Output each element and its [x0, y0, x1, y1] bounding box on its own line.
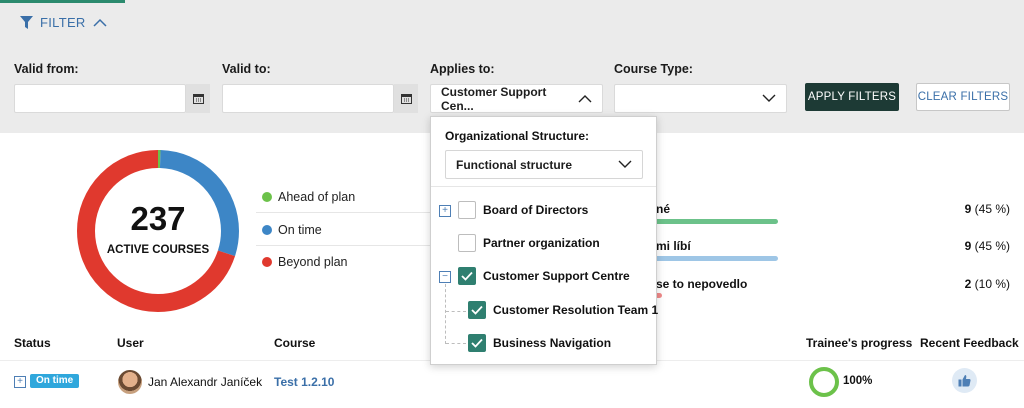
applies-to-value: Customer Support Cen... — [441, 84, 547, 113]
legend-on-time[interactable]: On time — [262, 223, 322, 237]
valid-from-input[interactable] — [14, 84, 186, 113]
applies-to-select[interactable]: Customer Support Cen... — [430, 84, 603, 113]
valid-from-label: Valid from: — [14, 62, 79, 76]
tree-item-partner-organization[interactable]: Partner organization — [458, 234, 600, 252]
feedback-label: se to nepovedlo — [656, 277, 748, 291]
valid-to-label: Valid to: — [222, 62, 271, 76]
chevron-up-icon — [578, 92, 592, 106]
checkmark-icon — [471, 338, 483, 348]
checkbox-checked[interactable] — [468, 334, 486, 352]
clear-filters-button[interactable]: CLEAR FILTERS — [916, 83, 1010, 111]
legend-label: Ahead of plan — [278, 190, 356, 204]
expand-board-icon[interactable]: + — [439, 205, 451, 217]
filter-toggle-label: FILTER — [40, 15, 86, 30]
checkbox[interactable] — [458, 201, 476, 219]
legend-ahead-of-plan[interactable]: Ahead of plan — [262, 190, 355, 204]
column-header-feedback[interactable]: Recent Feedback — [920, 336, 1019, 350]
active-tab-indicator — [0, 0, 125, 3]
divider — [431, 186, 656, 187]
tree-item-business-navigation[interactable]: Business Navigation — [468, 334, 611, 352]
tree-connector — [446, 343, 466, 344]
collapse-customer-support-icon[interactable]: − — [439, 271, 451, 283]
feedback-value: 9 (45 %) — [964, 202, 1010, 216]
column-header-status[interactable]: Status — [14, 336, 51, 350]
feedback-label: mi líbí — [656, 239, 691, 253]
checkbox-checked[interactable] — [458, 267, 476, 285]
tree-item-label: Customer Support Centre — [483, 269, 630, 283]
feedback-value: 9 (45 %) — [964, 239, 1010, 253]
tree-item-customer-resolution-team[interactable]: Customer Resolution Team 1 — [468, 301, 658, 319]
checkbox-checked[interactable] — [468, 301, 486, 319]
divider — [256, 212, 436, 213]
applies-to-label: Applies to: — [430, 62, 495, 76]
course-type-label: Course Type: — [614, 62, 693, 76]
progress-ring — [809, 367, 839, 397]
blue-dot-icon — [262, 225, 272, 235]
red-dot-icon — [262, 257, 272, 267]
divider — [256, 245, 436, 246]
feedback-value: 2 (10 %) — [964, 277, 1010, 291]
progress-value: 100% — [843, 375, 873, 387]
feedback-bar — [640, 256, 778, 261]
tree-item-customer-support-centre[interactable]: Customer Support Centre — [458, 267, 630, 285]
tree-connector — [445, 284, 446, 344]
apply-filters-button[interactable]: APPLY FILTERS — [805, 83, 899, 111]
tree-item-label: Partner organization — [483, 236, 600, 250]
column-header-user[interactable]: User — [117, 336, 144, 350]
legend-label: On time — [278, 223, 322, 237]
funnel-icon — [20, 15, 33, 30]
green-dot-icon — [262, 192, 272, 202]
legend-beyond-plan[interactable]: Beyond plan — [262, 255, 348, 269]
dropdown-title: Organizational Structure: — [445, 129, 590, 143]
tree-item-label: Customer Resolution Team 1 — [493, 303, 659, 317]
filter-toggle[interactable]: FILTER — [20, 15, 107, 30]
checkbox[interactable] — [458, 234, 476, 252]
chevron-down-icon — [762, 92, 776, 106]
applies-to-dropdown: Organizational Structure: Functional str… — [430, 116, 658, 365]
avatar — [118, 370, 142, 394]
user-name: Jan Alexandr Janíček — [148, 375, 263, 389]
tree-item-board-of-directors[interactable]: Board of Directors — [458, 201, 588, 219]
tree-item-label: Board of Directors — [483, 203, 589, 217]
calendar-icon[interactable] — [186, 84, 210, 113]
status-badge: On time — [30, 374, 80, 388]
tree-connector — [446, 311, 466, 312]
column-header-progress[interactable]: Trainee's progress — [806, 336, 912, 350]
calendar-icon[interactable] — [394, 84, 418, 113]
valid-to-input[interactable] — [222, 84, 394, 113]
thumbs-up-icon[interactable] — [952, 368, 977, 393]
feedback-bar — [640, 219, 778, 224]
checkmark-icon — [461, 271, 473, 281]
legend-label: Beyond plan — [278, 255, 348, 269]
chevron-up-icon — [93, 18, 107, 27]
checkmark-icon — [471, 305, 483, 315]
chevron-down-icon — [618, 158, 632, 172]
column-header-course[interactable]: Course — [274, 336, 315, 350]
course-link[interactable]: Test 1.2.10 — [274, 375, 334, 389]
structure-select[interactable]: Functional structure — [445, 150, 643, 179]
structure-value: Functional structure — [456, 157, 573, 172]
expand-row-icon[interactable]: + — [14, 376, 26, 388]
active-courses-caption: ACTIVE COURSES — [106, 244, 210, 256]
filter-panel: FILTER Valid from: Valid to: Applies to:… — [0, 0, 1024, 133]
feedback-label: né — [656, 202, 671, 216]
tree-item-label: Business Navigation — [493, 336, 612, 350]
active-courses-count: 237 — [130, 200, 186, 237]
course-type-select[interactable] — [614, 84, 787, 113]
